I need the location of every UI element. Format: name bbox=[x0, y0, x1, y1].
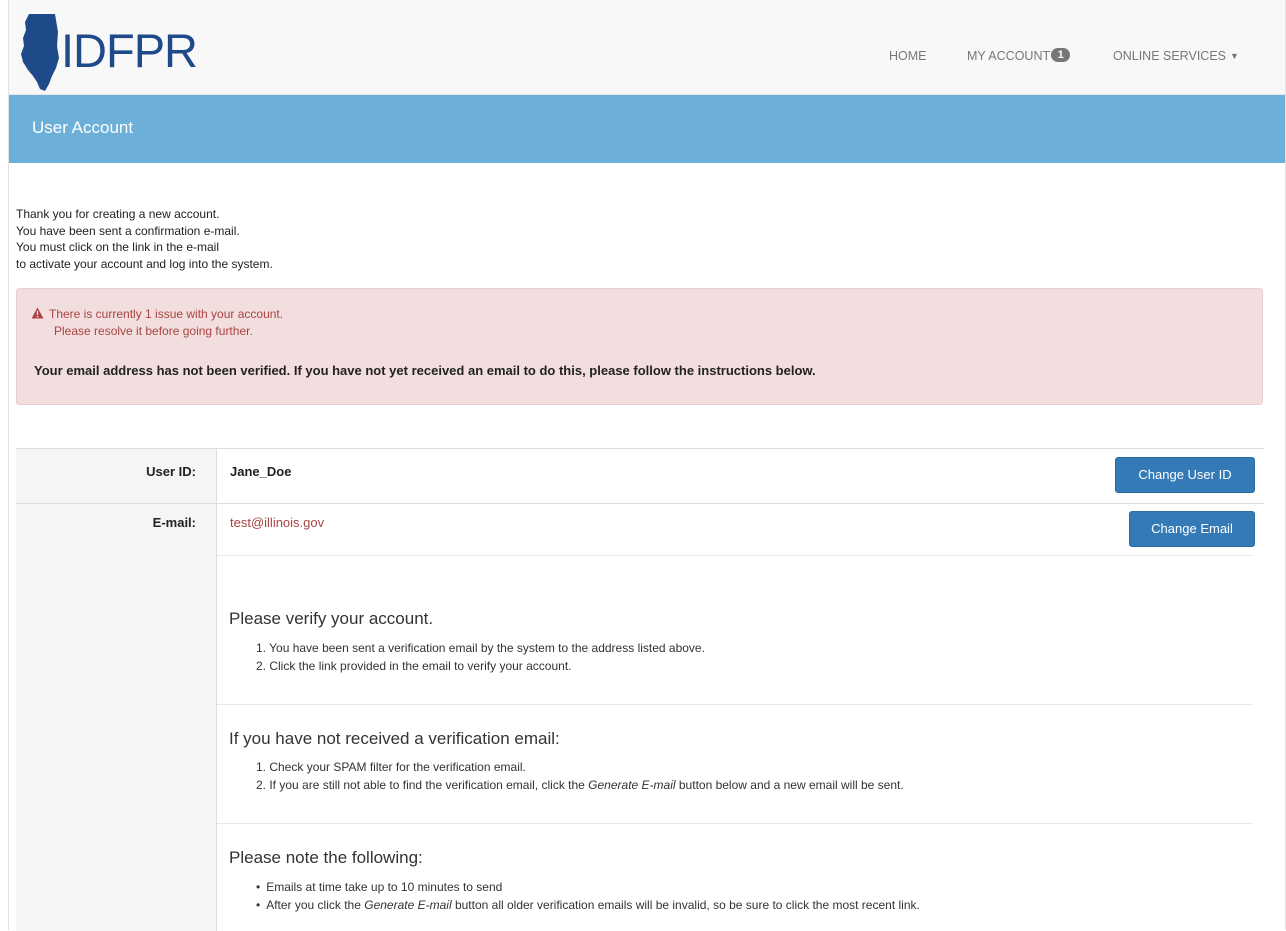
not-received-heading: If you have not received a verification … bbox=[229, 729, 560, 748]
nav-online-services-label: ONLINE SERVICES bbox=[1113, 49, 1227, 63]
alert-line1-text: There is currently 1 issue with your acc… bbox=[49, 307, 284, 321]
note-heading: Please note the following: bbox=[229, 848, 423, 867]
nav-home-link[interactable]: HOME bbox=[889, 49, 927, 63]
user-id-label: User ID: bbox=[146, 464, 196, 479]
note-list: Emails at time take up to 10 minutes to … bbox=[256, 879, 920, 914]
top-navbar: IDFPR HOME MY ACCOUNT 1 ONLINE SERVICES ▼ bbox=[9, 0, 1285, 95]
page-title: User Account bbox=[32, 118, 134, 137]
illinois-state-icon bbox=[21, 14, 59, 91]
verify-heading: Please verify your account. bbox=[229, 609, 434, 628]
intro-line: You must click on the link in the e-mail bbox=[16, 240, 219, 254]
nav-online-services-dropdown[interactable]: ONLINE SERVICES ▼ bbox=[1113, 49, 1239, 63]
nav-my-account-link[interactable]: MY ACCOUNT 1 bbox=[967, 48, 1071, 64]
brand-logo[interactable]: IDFPR bbox=[19, 12, 229, 92]
intro-line: You have been sent a confirmation e-mail… bbox=[16, 223, 240, 238]
verify-steps-list: 1. You have been sent a verification ema… bbox=[256, 640, 705, 675]
list-item: Emails at time take up to 10 minutes to … bbox=[256, 879, 920, 897]
generate-email-reference: Generate E-mail bbox=[364, 897, 452, 912]
intro-message: Thank you for creating a new account. Yo… bbox=[16, 206, 273, 272]
alert-issue-count: There is currently 1 issue with your acc… bbox=[31, 306, 283, 321]
list-item: 2. Click the link provided in the email … bbox=[256, 658, 572, 673]
list-item: 1. You have been sent a verification ema… bbox=[256, 641, 705, 655]
row-divider bbox=[217, 555, 1253, 556]
intro-line: Thank you for creating a new account. bbox=[16, 207, 220, 221]
list-item-text: After you click the bbox=[266, 897, 365, 912]
account-issue-alert: There is currently 1 issue with your acc… bbox=[16, 288, 1263, 405]
list-item-text: 2. If you are still not able to find the… bbox=[256, 777, 589, 792]
warning-icon bbox=[31, 307, 44, 319]
list-item-text: button all older verification emails wil… bbox=[451, 897, 920, 912]
intro-line: to activate your account and log into th… bbox=[16, 256, 273, 271]
generate-email-reference: Generate E-mail bbox=[588, 777, 676, 792]
section-divider bbox=[217, 704, 1253, 705]
section-divider bbox=[217, 823, 1253, 824]
change-user-id-button[interactable]: Change User ID bbox=[1115, 457, 1255, 493]
notification-badge: 1 bbox=[1051, 48, 1071, 62]
list-item: 2. If you are still not able to find the… bbox=[256, 777, 904, 795]
alert-unverified-message: Your email address has not been verified… bbox=[34, 363, 816, 378]
email-label: E-mail: bbox=[152, 515, 196, 530]
brand-name: IDFPR bbox=[61, 24, 198, 77]
list-item-text: button below and a new email will be sen… bbox=[675, 777, 904, 792]
row-divider bbox=[16, 503, 1264, 504]
not-received-steps-list: 1. Check your SPAM filter for the verifi… bbox=[256, 759, 904, 794]
user-id-value: Jane_Doe bbox=[230, 464, 292, 479]
page-header-band: User Account bbox=[9, 95, 1285, 163]
alert-line2-text: Please resolve it before going further. bbox=[54, 324, 253, 338]
caret-down-icon: ▼ bbox=[1230, 51, 1239, 61]
change-email-button[interactable]: Change Email bbox=[1129, 511, 1255, 547]
email-value: test@illinois.gov bbox=[230, 515, 325, 530]
list-item: 1. Check your SPAM filter for the verifi… bbox=[256, 760, 526, 774]
nav-my-account-label: MY ACCOUNT bbox=[967, 49, 1051, 63]
list-item: After you click the Generate E-mail butt… bbox=[256, 897, 920, 915]
